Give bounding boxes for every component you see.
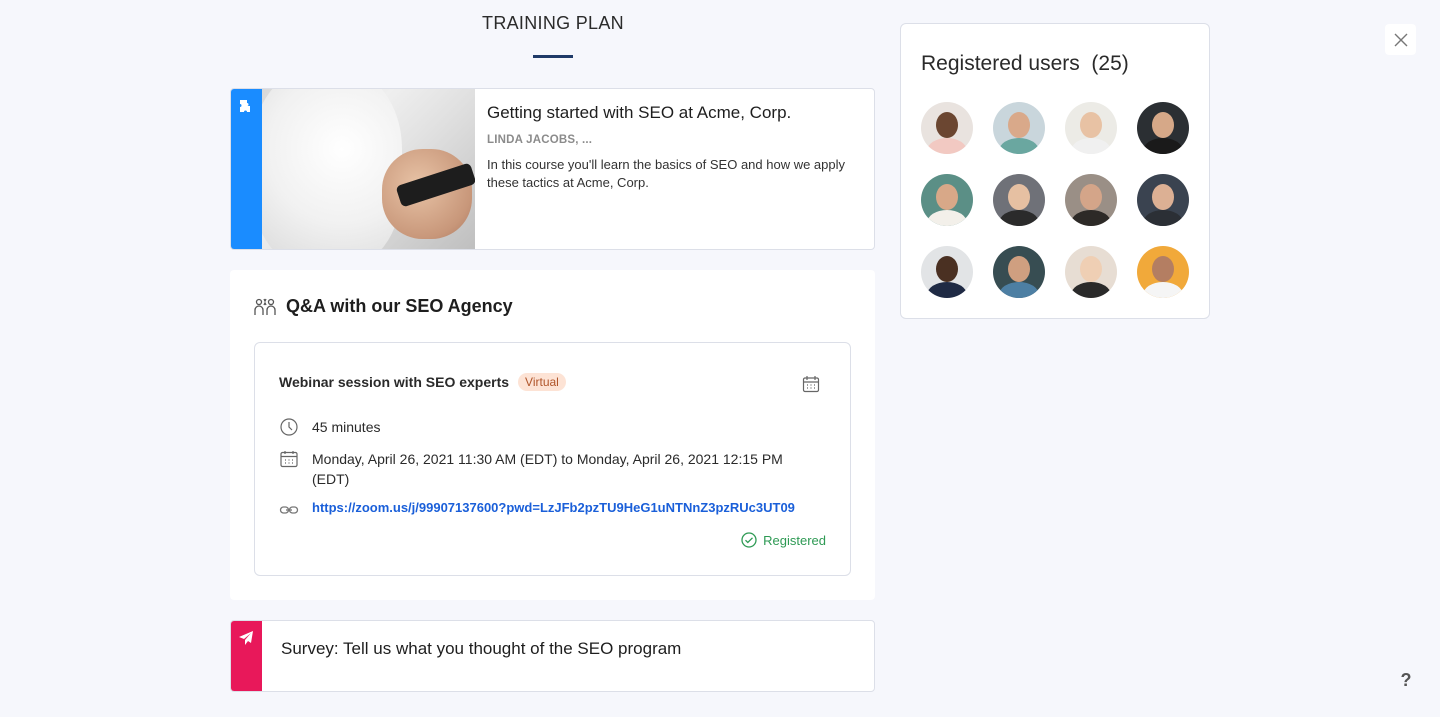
add-to-calendar-icon[interactable] bbox=[802, 375, 820, 393]
calendar-icon bbox=[280, 451, 298, 468]
registered-label: Registered bbox=[763, 532, 826, 548]
registered-users-panel: Registered users (25) bbox=[900, 23, 1210, 319]
course-title[interactable]: Getting started with SEO at Acme, Corp. bbox=[487, 103, 860, 123]
user-avatar[interactable] bbox=[1137, 102, 1189, 154]
paper-plane-icon bbox=[239, 631, 253, 645]
close-icon bbox=[1394, 33, 1407, 46]
qa-section: Q&A with our SEO Agency Webinar session … bbox=[230, 270, 875, 600]
registered-users-heading: Registered users (25) bbox=[921, 52, 1129, 75]
user-avatar[interactable] bbox=[921, 174, 973, 226]
clock-icon bbox=[280, 418, 298, 436]
user-avatar[interactable] bbox=[993, 102, 1045, 154]
help-button[interactable]: ? bbox=[1396, 670, 1416, 696]
survey-type-strip bbox=[231, 621, 262, 691]
user-avatar[interactable] bbox=[1137, 246, 1189, 298]
session-card: Webinar session with SEO experts Virtual… bbox=[254, 342, 851, 576]
user-avatar[interactable] bbox=[1065, 174, 1117, 226]
session-duration: 45 minutes bbox=[312, 419, 381, 435]
user-avatar[interactable] bbox=[921, 246, 973, 298]
survey-card[interactable]: Survey: Tell us what you thought of the … bbox=[230, 620, 875, 692]
check-circle-icon bbox=[741, 532, 757, 548]
user-avatar[interactable] bbox=[1137, 174, 1189, 226]
avatar-grid bbox=[921, 102, 1189, 298]
close-button[interactable] bbox=[1385, 24, 1416, 55]
session-title: Webinar session with SEO experts bbox=[279, 374, 510, 390]
user-avatar[interactable] bbox=[1065, 246, 1117, 298]
qa-title: Q&A with our SEO Agency bbox=[286, 296, 513, 316]
session-type-badge: Virtual bbox=[518, 373, 566, 391]
user-avatar[interactable] bbox=[921, 102, 973, 154]
course-card[interactable]: Getting started with SEO at Acme, Corp. … bbox=[230, 88, 875, 250]
puzzle-icon bbox=[240, 100, 250, 112]
link-icon bbox=[279, 506, 299, 514]
registration-status: Registered bbox=[741, 532, 826, 548]
user-avatar[interactable] bbox=[1065, 102, 1117, 154]
course-thumbnail bbox=[262, 89, 475, 249]
people-icon bbox=[254, 298, 276, 315]
course-description: In this course you'll learn the basics o… bbox=[487, 157, 846, 190]
user-avatar[interactable] bbox=[993, 174, 1045, 226]
user-avatar[interactable] bbox=[993, 246, 1045, 298]
title-underline bbox=[533, 55, 573, 58]
course-author: LINDA JACOBS, ... bbox=[487, 134, 593, 146]
page-title: TRAINING PLAN bbox=[482, 13, 624, 33]
survey-title[interactable]: Survey: Tell us what you thought of the … bbox=[281, 639, 681, 659]
course-type-strip bbox=[231, 89, 262, 249]
session-datetime: Monday, April 26, 2021 11:30 AM (EDT) to… bbox=[312, 451, 783, 487]
session-link[interactable]: https://zoom.us/j/99907137600?pwd=LzJFb2… bbox=[312, 500, 795, 515]
